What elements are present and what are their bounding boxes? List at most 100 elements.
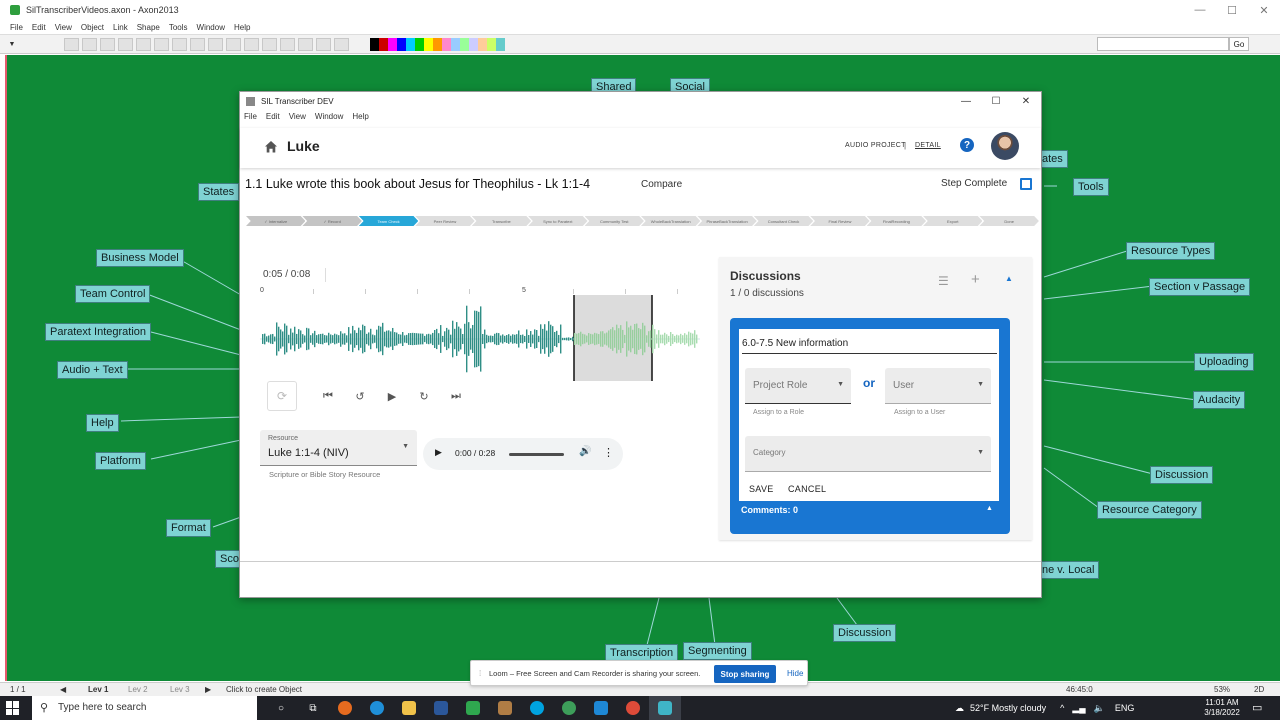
tab-lev-1[interactable]: Lev 1: [88, 685, 108, 694]
notification-icon[interactable]: ▭: [1252, 701, 1262, 714]
node-tools[interactable]: Tools: [1073, 178, 1109, 196]
color-swatch[interactable]: [460, 38, 469, 51]
toolbar-button[interactable]: [82, 38, 97, 51]
add-icon[interactable]: +: [971, 271, 980, 288]
language-indicator[interactable]: ENG: [1115, 703, 1135, 713]
node-audacity[interactable]: Audacity: [1193, 391, 1246, 409]
save-button[interactable]: SAVE: [749, 484, 774, 494]
workflow-step[interactable]: Transcribe: [471, 216, 532, 226]
weather-text[interactable]: 52°F Mostly cloudy: [970, 703, 1046, 713]
play-icon[interactable]: ▶: [435, 447, 442, 458]
color-swatch[interactable]: [433, 38, 442, 51]
menu-window[interactable]: Window: [197, 23, 225, 32]
app-icon[interactable]: [489, 696, 521, 720]
resource-select[interactable]: Resource Luke 1:1-4 (NIV) ▼: [260, 430, 417, 466]
cortana-icon[interactable]: ○: [265, 696, 297, 720]
hide-button[interactable]: Hide: [787, 669, 803, 678]
edge-icon[interactable]: [361, 696, 393, 720]
taskbar-clock[interactable]: 11:01 AM 3/18/2022: [1200, 698, 1244, 718]
menu-window[interactable]: Window: [315, 112, 343, 121]
maximize-icon[interactable]: ☐: [981, 92, 1011, 111]
weather-icon[interactable]: ☁: [955, 703, 964, 714]
view-mode[interactable]: 2D: [1254, 685, 1264, 694]
workflow-step-current[interactable]: Team Check: [358, 216, 419, 226]
menu-edit[interactable]: Edit: [32, 23, 46, 32]
minimize-icon[interactable]: —: [1184, 0, 1216, 20]
color-swatch[interactable]: [379, 38, 388, 51]
node-states[interactable]: States: [198, 183, 240, 201]
workflow-step[interactable]: WholeBackTranslation: [640, 216, 701, 226]
node-online-local-partial[interactable]: ne v. Local: [1037, 561, 1100, 579]
volume-icon[interactable]: 🔊: [579, 446, 591, 457]
toolbar-button[interactable]: [154, 38, 169, 51]
toolbar-button[interactable]: [298, 38, 313, 51]
android-studio-icon[interactable]: [457, 696, 489, 720]
menu-help[interactable]: Help: [352, 112, 368, 121]
close-icon[interactable]: ✕: [1248, 0, 1280, 20]
toolbar-button[interactable]: [172, 38, 187, 51]
word-icon[interactable]: [425, 696, 457, 720]
chrome-icon[interactable]: [617, 696, 649, 720]
workflow-step[interactable]: FinalRecording: [866, 216, 927, 226]
compare-link[interactable]: Compare: [641, 179, 682, 190]
stop-sharing-button[interactable]: Stop sharing: [714, 665, 776, 683]
comments-label[interactable]: Comments: 0: [741, 505, 798, 515]
workflow-step[interactable]: ✓ Record: [302, 216, 362, 226]
node-section-v-passage[interactable]: Section v Passage: [1149, 278, 1251, 296]
node-team-control[interactable]: Team Control: [75, 285, 151, 303]
workflow-step[interactable]: Done: [979, 216, 1039, 226]
toolbar-dropdown-icon[interactable]: ▼: [4, 37, 20, 51]
color-swatch[interactable]: [487, 38, 496, 51]
play-icon[interactable]: ▶: [377, 381, 407, 411]
step-complete-checkbox[interactable]: [1020, 178, 1032, 190]
menu-view[interactable]: View: [55, 23, 72, 32]
expand-comments-icon[interactable]: ▲: [986, 505, 993, 512]
color-swatch[interactable]: [388, 38, 397, 51]
collapse-icon[interactable]: ▲: [1005, 274, 1013, 283]
firefox-icon[interactable]: [329, 696, 361, 720]
color-swatch[interactable]: [469, 38, 478, 51]
workflow-step[interactable]: PhraseBackTranslation: [697, 216, 757, 226]
tab-lev-3[interactable]: Lev 3: [170, 685, 190, 694]
menu-view[interactable]: View: [289, 112, 306, 121]
go-button[interactable]: Go: [1229, 37, 1249, 51]
vscode-icon[interactable]: [585, 696, 617, 720]
workflow-step[interactable]: Peer Review: [415, 216, 475, 226]
help-icon[interactable]: ?: [960, 138, 974, 152]
tray-overflow-icon[interactable]: ^: [1060, 703, 1064, 713]
node-discussion-bottom[interactable]: Discussion: [833, 624, 897, 642]
toolbar-button[interactable]: [64, 38, 79, 51]
menu-file[interactable]: File: [10, 23, 23, 32]
prev-level-icon[interactable]: ◀: [60, 685, 66, 694]
color-swatch[interactable]: [451, 38, 460, 51]
toolbar-button[interactable]: [136, 38, 151, 51]
next-level-icon[interactable]: ▶: [205, 685, 211, 694]
audio-project-link[interactable]: AUDIO PROJECT: [845, 142, 906, 149]
taskbar-search-input[interactable]: ⚲ Type here to search: [32, 696, 257, 720]
cancel-button[interactable]: CANCEL: [788, 484, 826, 494]
home-icon[interactable]: [264, 140, 278, 154]
toolbar-button[interactable]: [280, 38, 295, 51]
detail-link[interactable]: DETAIL: [915, 142, 941, 149]
tab-lev-2[interactable]: Lev 2: [128, 685, 148, 694]
user-select[interactable]: User ▼: [885, 368, 991, 404]
node-audio-text[interactable]: Audio + Text: [57, 361, 128, 379]
workflow-step[interactable]: Sync to Paratext: [528, 216, 588, 226]
axon-search-input[interactable]: [1097, 37, 1229, 51]
color-swatch[interactable]: [415, 38, 424, 51]
node-platform[interactable]: Platform: [95, 452, 146, 470]
close-icon[interactable]: ✕: [1011, 92, 1041, 111]
volume-icon[interactable]: 🔈: [1094, 703, 1105, 714]
waveform[interactable]: [260, 295, 700, 383]
workflow-step[interactable]: ✓ Internalize: [246, 216, 306, 226]
toolbar-button[interactable]: [118, 38, 133, 51]
color-swatch[interactable]: [478, 38, 487, 51]
skip-to-end-icon[interactable]: ⏭: [441, 381, 471, 411]
menu-edit[interactable]: Edit: [266, 112, 280, 121]
toolbar-button[interactable]: [100, 38, 115, 51]
menu-tools[interactable]: Tools: [169, 23, 188, 32]
node-business-model[interactable]: Business Model: [96, 249, 184, 267]
skype-icon[interactable]: [521, 696, 553, 720]
transcriber-taskbar-icon[interactable]: [649, 696, 681, 720]
menu-file[interactable]: File: [244, 112, 257, 121]
